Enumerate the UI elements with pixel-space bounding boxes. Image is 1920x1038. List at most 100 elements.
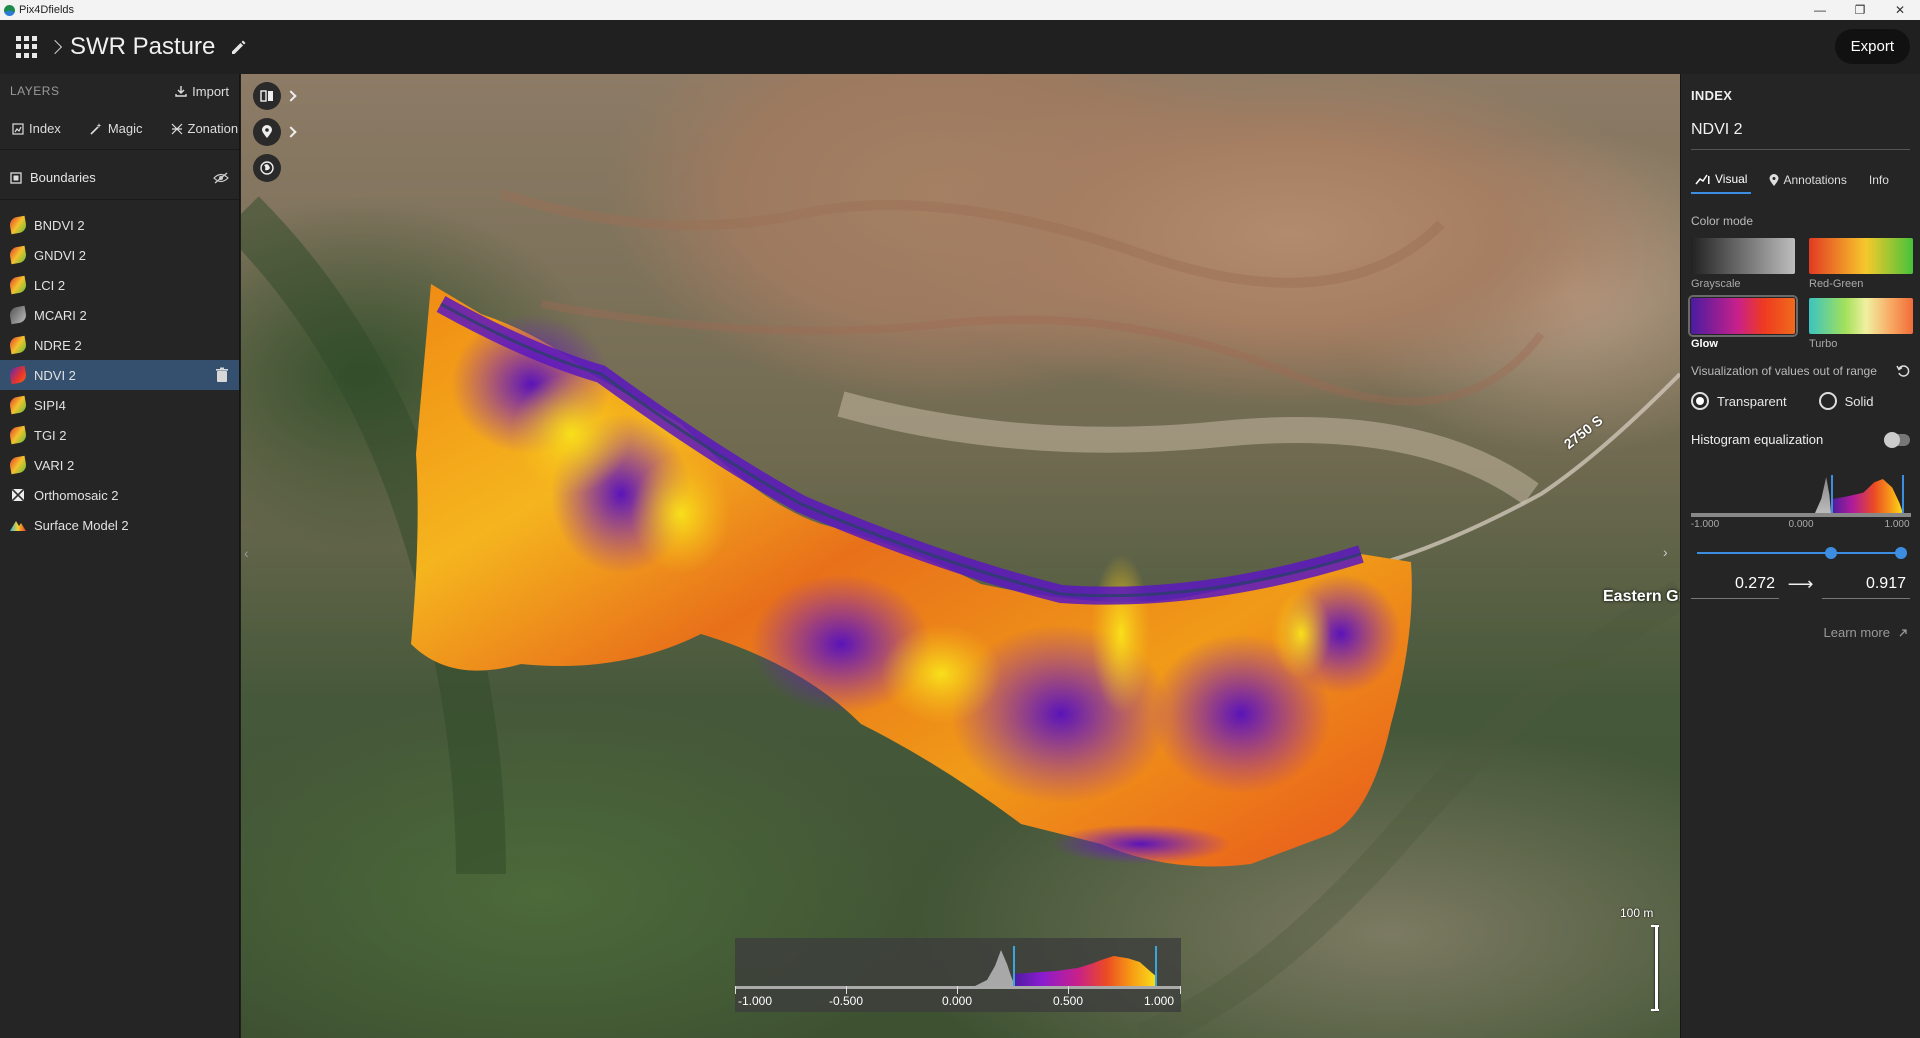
legend-tick-label: 1.000: [1143, 994, 1175, 1008]
layer-item-lci-2[interactable]: LCI 2: [0, 270, 239, 300]
magic-tool-button[interactable]: Magic: [85, 119, 147, 138]
leaf-icon: [8, 395, 28, 415]
swatch-red-green[interactable]: Red-Green: [1809, 238, 1913, 290]
legend-tick-label: -1.000: [737, 994, 773, 1008]
apps-grid-icon[interactable]: [16, 36, 38, 58]
restore-icon[interactable]: ❐: [1840, 0, 1880, 20]
map-canvas[interactable]: 2750 S Eastern Gr › -1.000 -0.500 0.000 …: [241, 74, 1680, 1038]
layer-label: NDVI 2: [34, 367, 76, 383]
pin-icon: [1769, 173, 1779, 186]
visibility-off-icon[interactable]: [213, 171, 229, 184]
close-icon[interactable]: ✕: [1880, 0, 1920, 20]
range-max-thumb[interactable]: [1895, 547, 1907, 559]
histogram-max-marker[interactable]: [1902, 475, 1904, 515]
legend-min-marker[interactable]: [1013, 946, 1015, 988]
collapse-right-panel-icon[interactable]: ›: [1663, 544, 1668, 560]
swatch-turbo[interactable]: Turbo: [1809, 298, 1913, 350]
histogram-mid-label: 0.000: [1788, 519, 1814, 530]
histogram-min-marker[interactable]: [1831, 475, 1833, 515]
histogram-color-part: [1831, 479, 1903, 513]
radio-transparent[interactable]: [1691, 392, 1709, 410]
out-of-range-label: Visualization of values out of range: [1691, 364, 1877, 378]
window-title: Pix4Dfields: [19, 4, 75, 16]
legend-max-marker[interactable]: [1155, 946, 1157, 988]
swatch-glow[interactable]: Glow: [1688, 295, 1798, 350]
layer-item-mcari-2[interactable]: MCARI 2: [0, 300, 239, 330]
range-min-thumb[interactable]: [1825, 547, 1837, 559]
layer-item-ndre-2[interactable]: NDRE 2: [0, 330, 239, 360]
trash-icon[interactable]: [215, 367, 229, 383]
layer-item-bndvi-2[interactable]: BNDVI 2: [0, 210, 239, 240]
minimize-icon[interactable]: —: [1800, 0, 1840, 20]
layer-label: NDRE 2: [34, 337, 82, 353]
red-green-gradient: [1809, 238, 1913, 274]
histogram-max-label: 1.000: [1884, 519, 1910, 530]
edit-pencil-icon[interactable]: [229, 37, 249, 57]
compare-icon: [260, 90, 273, 102]
turbo-gradient: [1809, 298, 1913, 334]
index-icon: [12, 122, 24, 135]
leaf-glow-icon: [8, 365, 28, 385]
tab-visual[interactable]: Visual: [1691, 168, 1752, 194]
zonation-icon: [171, 123, 182, 134]
grayscale-gradient: [1691, 238, 1795, 274]
histogram-equalization-toggle[interactable]: [1884, 431, 1910, 448]
boundaries-label: Boundaries: [30, 170, 96, 185]
tab-info[interactable]: Info: [1865, 169, 1893, 193]
layer-label: GNDVI 2: [34, 247, 87, 263]
radio-solid-label: Solid: [1844, 393, 1874, 409]
scale-label: 100 m: [1620, 906, 1654, 920]
index-legend: -1.000 -0.500 0.000 0.500 1.000: [735, 938, 1181, 1012]
location-pin-icon: [262, 125, 272, 138]
radio-solid[interactable]: [1818, 392, 1837, 410]
learn-more-link[interactable]: Learn more: [1691, 625, 1910, 640]
layer-label: SIPI4: [34, 397, 66, 413]
boundaries-layer[interactable]: Boundaries: [0, 156, 239, 200]
radio-transparent-label: Transparent: [1717, 393, 1787, 409]
layer-item-sipi4[interactable]: SIPI4: [0, 390, 239, 420]
layer-label: BNDVI 2: [34, 217, 85, 233]
layer-item-surface-model-2[interactable]: Surface Model 2: [0, 510, 239, 540]
zonation-tool-label: Zonation: [187, 121, 239, 136]
zonation-tool-button[interactable]: Zonation: [167, 119, 243, 138]
leaf-icon: [8, 215, 28, 235]
app-logo-icon: [4, 4, 15, 16]
compare-layers-button[interactable]: [253, 82, 281, 110]
panel-title: INDEX: [1691, 88, 1733, 103]
index-tool-button[interactable]: Index: [8, 119, 65, 138]
basemap-button[interactable]: [253, 154, 281, 182]
layer-label: MCARI 2: [34, 307, 87, 323]
collapse-left-panel-icon[interactable]: ‹: [244, 545, 256, 567]
legend-tick-label: 0.000: [941, 994, 973, 1008]
swatch-label: Red-Green: [1809, 278, 1864, 290]
legend-color-histogram: [1013, 956, 1157, 986]
place-label: Eastern Gr: [1603, 588, 1680, 605]
range-max-input[interactable]: [1822, 569, 1910, 599]
legend-tick-label: -0.500: [828, 994, 864, 1008]
leaf-icon: [8, 275, 28, 295]
index-name-field[interactable]: NDVI 2: [1691, 121, 1910, 150]
location-button[interactable]: [253, 118, 281, 146]
layer-item-orthomosaic-2[interactable]: Orthomosaic 2: [0, 480, 239, 510]
reset-icon[interactable]: [1896, 364, 1910, 378]
layer-item-gndvi-2[interactable]: GNDVI 2: [0, 240, 239, 270]
range-min-input[interactable]: [1691, 569, 1779, 599]
leaf-icon: [8, 425, 28, 445]
import-button[interactable]: Import: [175, 84, 229, 99]
index-panel: INDEX NDVI 2 Visual Annotations Info Col…: [1680, 74, 1920, 1038]
panel-histogram: -1.000 0.000 1.000: [1691, 469, 1911, 531]
layer-label: Surface Model 2: [34, 517, 129, 533]
chevron-right-icon: [47, 39, 63, 55]
tab-annotations[interactable]: Annotations: [1765, 169, 1850, 193]
arrow-right-icon: ⟶: [1787, 573, 1814, 594]
range-slider[interactable]: [1691, 545, 1911, 561]
layer-item-ndvi-2[interactable]: NDVI 2: [0, 360, 239, 390]
export-button[interactable]: Export: [1834, 29, 1910, 64]
layer-item-vari-2[interactable]: VARI 2: [0, 450, 239, 480]
magic-wand-icon: [90, 122, 102, 135]
legend-tick: [957, 986, 958, 994]
swatch-grayscale[interactable]: Grayscale: [1691, 238, 1795, 290]
layer-item-tgi-2[interactable]: TGI 2: [0, 420, 239, 450]
layers-heading: LAYERS: [10, 84, 60, 98]
tab-visual-label: Visual: [1715, 172, 1748, 186]
